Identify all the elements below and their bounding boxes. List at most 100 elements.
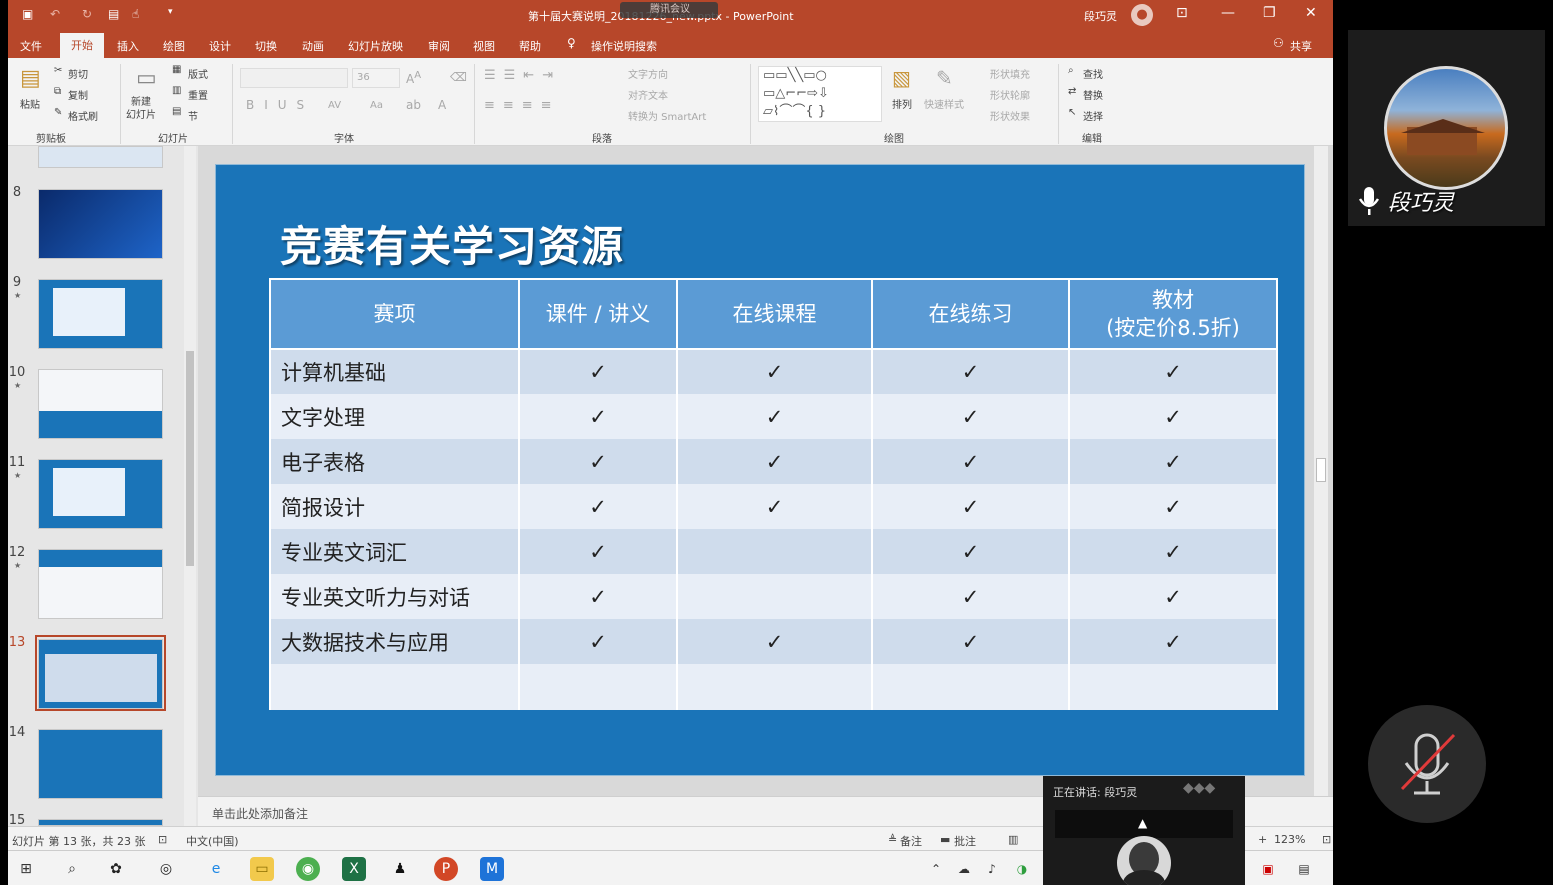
resource-check-cell[interactable]: ✓ [676,349,873,394]
empty-cell[interactable] [518,664,678,710]
resource-check-cell[interactable]: ✓ [676,394,873,439]
tab-transitions[interactable]: 切换 [255,38,277,54]
font-color-icon[interactable]: A [438,98,446,112]
excel-icon[interactable]: X [342,857,366,881]
cut-button[interactable]: 剪切 [68,66,88,81]
align-icons[interactable]: ≡≡≡≡ [484,98,560,113]
paste-button[interactable]: 粘贴 [20,96,40,111]
shapes-gallery[interactable]: ▭▭╲╲▭○ ▭△⌐⌐⇨⇩ ▱⌇⌒⌒{ } [758,66,882,122]
slide-thumbnail[interactable] [38,459,163,529]
resource-check-cell[interactable]: ✓ [676,484,873,529]
redo-icon[interactable]: ↻ [82,7,92,21]
ribbon-display-icon[interactable]: ⊡ [1176,5,1188,21]
zoom-level[interactable]: 123% [1274,833,1305,846]
slide-thumbnail[interactable] [38,819,163,826]
find-icon[interactable]: ⌕ [1068,65,1074,76]
tab-view[interactable]: 视图 [473,38,495,54]
section-icon[interactable]: ▤ [172,106,181,117]
reset-button[interactable]: 重置 [188,87,208,102]
shape-outline-button[interactable]: 形状轮廓 [990,87,1030,102]
resource-check-cell[interactable]: ✓ [871,484,1070,529]
replace-icon[interactable]: ⇄ [1068,86,1076,97]
empty-cell[interactable] [871,664,1070,710]
browser-icon[interactable]: e [204,857,228,881]
char-spacing-icon[interactable]: AV [328,100,341,111]
resource-check-cell[interactable] [676,574,873,619]
share-button[interactable]: 共享 [1290,38,1312,54]
tab-review[interactable]: 审阅 [428,38,450,54]
tab-home[interactable]: 开始 [60,33,104,58]
language-indicator[interactable]: 中文(中国) [186,833,239,849]
resource-check-cell[interactable]: ✓ [1068,484,1278,529]
copy-icon[interactable]: ⧉ [54,86,61,97]
font-size-dropdown[interactable]: 36 [352,68,400,88]
shape-fill-button[interactable]: 形状填充 [990,66,1030,81]
competition-item-cell[interactable]: 大数据技术与应用 [269,619,520,664]
slide-thumbnail[interactable] [38,369,163,439]
save-icon[interactable]: ▣ [22,7,33,21]
quick-styles-button[interactable]: 快速样式 [924,96,964,111]
tray-chevron-icon[interactable]: ⌃ [924,857,948,881]
text-direction-button[interactable]: 文字方向 [628,66,668,81]
resource-check-cell[interactable]: ✓ [1068,394,1278,439]
resource-check-cell[interactable]: ✓ [676,439,873,484]
expand-arrow-icon[interactable]: ▲ [1138,816,1147,830]
format-painter-icon[interactable]: ✎ [54,107,62,118]
layout-button[interactable]: 版式 [188,66,208,81]
quick-styles-icon[interactable]: ✎ [936,66,953,90]
paste-icon[interactable]: ▤ [20,66,41,91]
notification-icon[interactable]: ▣ [1256,857,1280,881]
presenter-icon[interactable]: ▤ [108,7,119,21]
speaker-panel[interactable]: 正在讲话: 段巧灵 ◆◆◆ ▲ [1043,776,1245,885]
resource-check-cell[interactable]: ✓ [1068,574,1278,619]
competition-item-cell[interactable]: 电子表格 [269,439,520,484]
resource-check-cell[interactable]: ✓ [871,394,1070,439]
smartart-button[interactable]: 转换为 SmartArt [628,108,706,123]
action-center-icon[interactable]: ▤ [1292,857,1316,881]
change-case-icon[interactable]: Aa [370,100,383,111]
find-button[interactable]: 查找 [1083,66,1103,81]
font-style-icons[interactable]: BIUS [246,98,314,112]
slide-thumbnail[interactable] [38,189,163,259]
layout-icon[interactable]: ▦ [172,64,181,75]
arrange-button[interactable]: 排列 [892,96,912,111]
mute-toggle-button[interactable] [1368,705,1486,823]
comments-icon[interactable]: ▬ [940,833,950,846]
slide-thumbnail[interactable] [38,729,163,799]
competition-item-cell[interactable]: 专业英文听力与对话 [269,574,520,619]
qq-icon[interactable]: ♟ [388,857,412,881]
lightbulb-icon[interactable]: ♀ [567,36,576,50]
customize-qat-icon[interactable]: ▾ [168,7,173,17]
resource-check-cell[interactable] [676,529,873,574]
app-icon[interactable]: ✿ [104,857,128,881]
font-name-dropdown[interactable] [240,68,348,88]
resource-check-cell[interactable]: ✓ [518,484,678,529]
comments-button[interactable]: 批注 [954,833,976,849]
copy-button[interactable]: 复制 [68,87,88,102]
resource-check-cell[interactable]: ✓ [1068,619,1278,664]
competition-item-cell[interactable]: 专业英文词汇 [269,529,520,574]
tab-slideshow[interactable]: 幻灯片放映 [348,38,403,54]
sogou-icon[interactable]: ◎ [154,857,178,881]
resource-check-cell[interactable]: ✓ [871,619,1070,664]
resource-check-cell[interactable]: ✓ [871,529,1070,574]
scroll-thumb[interactable] [186,351,194,566]
competition-item-cell[interactable]: 计算机基础 [269,349,520,394]
section-button[interactable]: 节 [188,108,198,123]
slide-thumbnail[interactable] [38,279,163,349]
fit-slide-icon[interactable]: ⊡ [1322,833,1331,846]
empty-cell[interactable] [676,664,873,710]
reset-icon[interactable]: ▥ [172,85,181,96]
tab-insert[interactable]: 插入 [117,38,139,54]
resource-check-cell[interactable]: ✓ [518,619,678,664]
resource-check-cell[interactable]: ✓ [518,439,678,484]
empty-cell[interactable] [1068,664,1278,710]
resource-check-cell[interactable]: ✓ [1068,349,1278,394]
new-slide-icon[interactable]: ▭ [136,66,157,91]
security-icon[interactable]: ◑ [1010,857,1034,881]
header-cell[interactable]: 赛项 [269,278,520,350]
notes-icon[interactable]: ≜ [888,833,897,846]
share-person-icon[interactable]: ⚇ [1273,36,1284,50]
resource-check-cell[interactable]: ✓ [518,574,678,619]
editor-scrollbar[interactable] [1314,146,1328,796]
